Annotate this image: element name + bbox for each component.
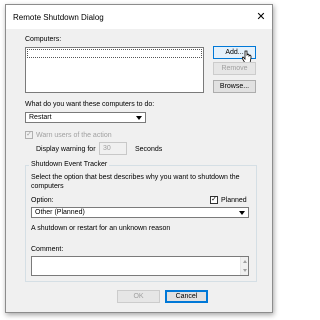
scroll-down-icon[interactable] [243,269,247,272]
warning-seconds-input[interactable]: 30 [99,142,127,155]
cancel-button[interactable]: Cancel [165,290,208,303]
comment-scrollbar[interactable] [240,257,248,275]
tracker-description: Select the option that best describes wh… [31,174,240,190]
chevron-down-icon [239,210,245,215]
seconds-unit-label: Seconds [135,146,163,153]
action-select[interactable]: Restart [25,112,146,123]
title-bar: Remote Shutdown Dialog ✕ [6,5,272,29]
dialog-title: Remote Shutdown Dialog [13,13,104,22]
warn-users-checkbox[interactable]: ✓ [25,131,33,139]
tracker-legend: Shutdown Event Tracker [29,161,110,168]
remove-button[interactable]: Remove [213,62,256,75]
option-description: A shutdown or restart for an unknown rea… [31,225,171,232]
warning-seconds-value: 30 [103,145,111,152]
remote-shutdown-dialog: Remote Shutdown Dialog ✕ Computers: Add.… [5,4,273,313]
close-icon[interactable]: ✕ [255,11,267,23]
action-selected-value: Restart [29,114,52,121]
computers-label: Computers: [25,36,62,43]
ok-button[interactable]: OK [117,290,160,303]
scroll-up-icon[interactable] [243,260,247,263]
option-select[interactable]: Other (Planned) [31,207,249,218]
planned-checkbox[interactable]: ✓ [210,196,218,204]
comment-textarea[interactable] [31,256,249,276]
option-label: Option: [31,197,54,204]
computers-list[interactable] [25,47,204,93]
option-selected-value: Other (Planned) [35,209,85,216]
comment-label: Comment: [31,246,64,253]
planned-label: Planned [221,197,247,204]
action-label: What do you want these computers to do: [25,101,155,108]
browse-button[interactable]: Browse... [213,80,256,93]
warn-users-label: Warn users of the action [36,132,112,139]
display-warning-label: Display warning for [36,146,96,153]
chevron-down-icon [136,115,142,120]
list-focus-row [27,49,202,58]
